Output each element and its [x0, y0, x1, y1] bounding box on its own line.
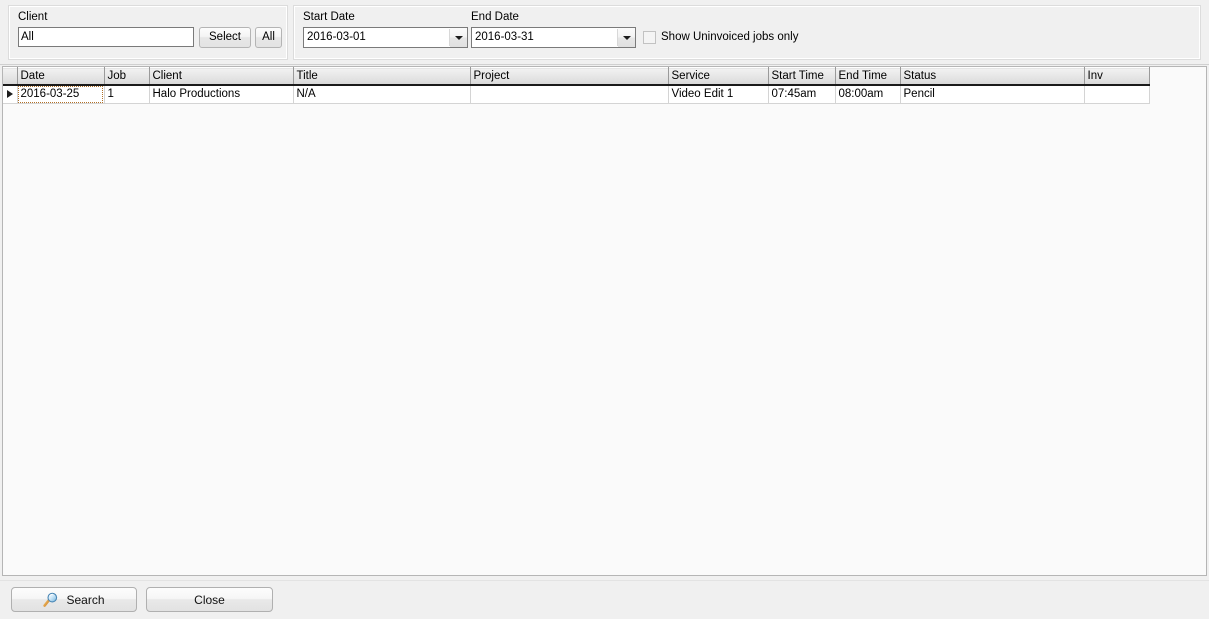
cell-start-time[interactable]: 07:45am — [768, 84, 836, 104]
close-button-label: Close — [194, 592, 225, 607]
column-header-end-time[interactable]: End Time — [835, 67, 901, 86]
show-uninvoiced-checkbox[interactable]: Show Uninvoiced jobs only — [643, 31, 798, 44]
cell-project[interactable] — [470, 84, 669, 104]
cell-date[interactable]: 2016-03-25 — [17, 84, 105, 104]
column-header-date[interactable]: Date — [17, 67, 105, 86]
column-header-client[interactable]: Client — [149, 67, 294, 86]
start-date-picker[interactable]: 2016-03-01 — [303, 27, 468, 48]
client-filter-group: Client Select All — [8, 5, 288, 60]
magnifier-icon — [43, 592, 58, 607]
dialog-button-bar: Search Close — [0, 580, 1209, 619]
end-date-label: End Date — [471, 11, 519, 23]
current-row-arrow-icon — [7, 90, 13, 99]
cell-end-time[interactable]: 08:00am — [835, 84, 901, 104]
column-header-project[interactable]: Project — [470, 67, 669, 86]
end-date-dropdown-button[interactable] — [618, 28, 635, 47]
cell-job[interactable]: 1 — [104, 84, 150, 104]
row-indicator-header — [3, 67, 18, 86]
client-select-button[interactable]: Select — [199, 27, 251, 48]
search-button-label: Search — [66, 592, 105, 607]
checkbox-box-icon[interactable] — [643, 31, 656, 44]
results-grid-panel[interactable]: Date Job Client Title Project Service St… — [2, 66, 1207, 576]
cell-inv[interactable] — [1084, 84, 1150, 104]
search-button[interactable]: Search — [11, 587, 137, 612]
client-all-button[interactable]: All — [255, 27, 282, 48]
chevron-down-icon — [454, 35, 463, 40]
column-header-job[interactable]: Job — [104, 67, 150, 86]
job-search-dialog: Client Select All Start Date 2016-03-01 … — [0, 0, 1209, 619]
column-header-inv[interactable]: Inv — [1084, 67, 1150, 86]
results-table: Date Job Client Title Project Service St… — [3, 67, 1150, 104]
chevron-down-icon — [622, 35, 631, 40]
client-input[interactable] — [18, 27, 194, 47]
end-date-value: 2016-03-31 — [475, 31, 534, 43]
column-header-status[interactable]: Status — [900, 67, 1085, 86]
row-indicator-cell[interactable] — [3, 84, 18, 104]
date-filter-group: Start Date 2016-03-01 End Date 2016-03-3… — [293, 5, 1201, 60]
column-header-service[interactable]: Service — [668, 67, 769, 86]
close-button[interactable]: Close — [146, 587, 273, 612]
table-row[interactable]: 2016-03-25 1 Halo Productions N/A Video … — [3, 84, 1150, 104]
cell-client[interactable]: Halo Productions — [149, 84, 294, 104]
end-date-picker[interactable]: 2016-03-31 — [471, 27, 636, 48]
filter-panel: Client Select All Start Date 2016-03-01 … — [0, 0, 1209, 65]
column-header-title[interactable]: Title — [293, 67, 471, 86]
cell-status[interactable]: Pencil — [900, 84, 1085, 104]
start-date-dropdown-button[interactable] — [450, 28, 467, 47]
cell-title[interactable]: N/A — [293, 84, 471, 104]
column-header-start-time[interactable]: Start Time — [768, 67, 836, 86]
client-label: Client — [18, 11, 48, 23]
table-header-row: Date Job Client Title Project Service St… — [3, 67, 1150, 86]
cell-service[interactable]: Video Edit 1 — [668, 84, 769, 104]
start-date-value: 2016-03-01 — [307, 31, 366, 43]
show-uninvoiced-label: Show Uninvoiced jobs only — [661, 31, 799, 43]
start-date-label: Start Date — [303, 11, 355, 23]
